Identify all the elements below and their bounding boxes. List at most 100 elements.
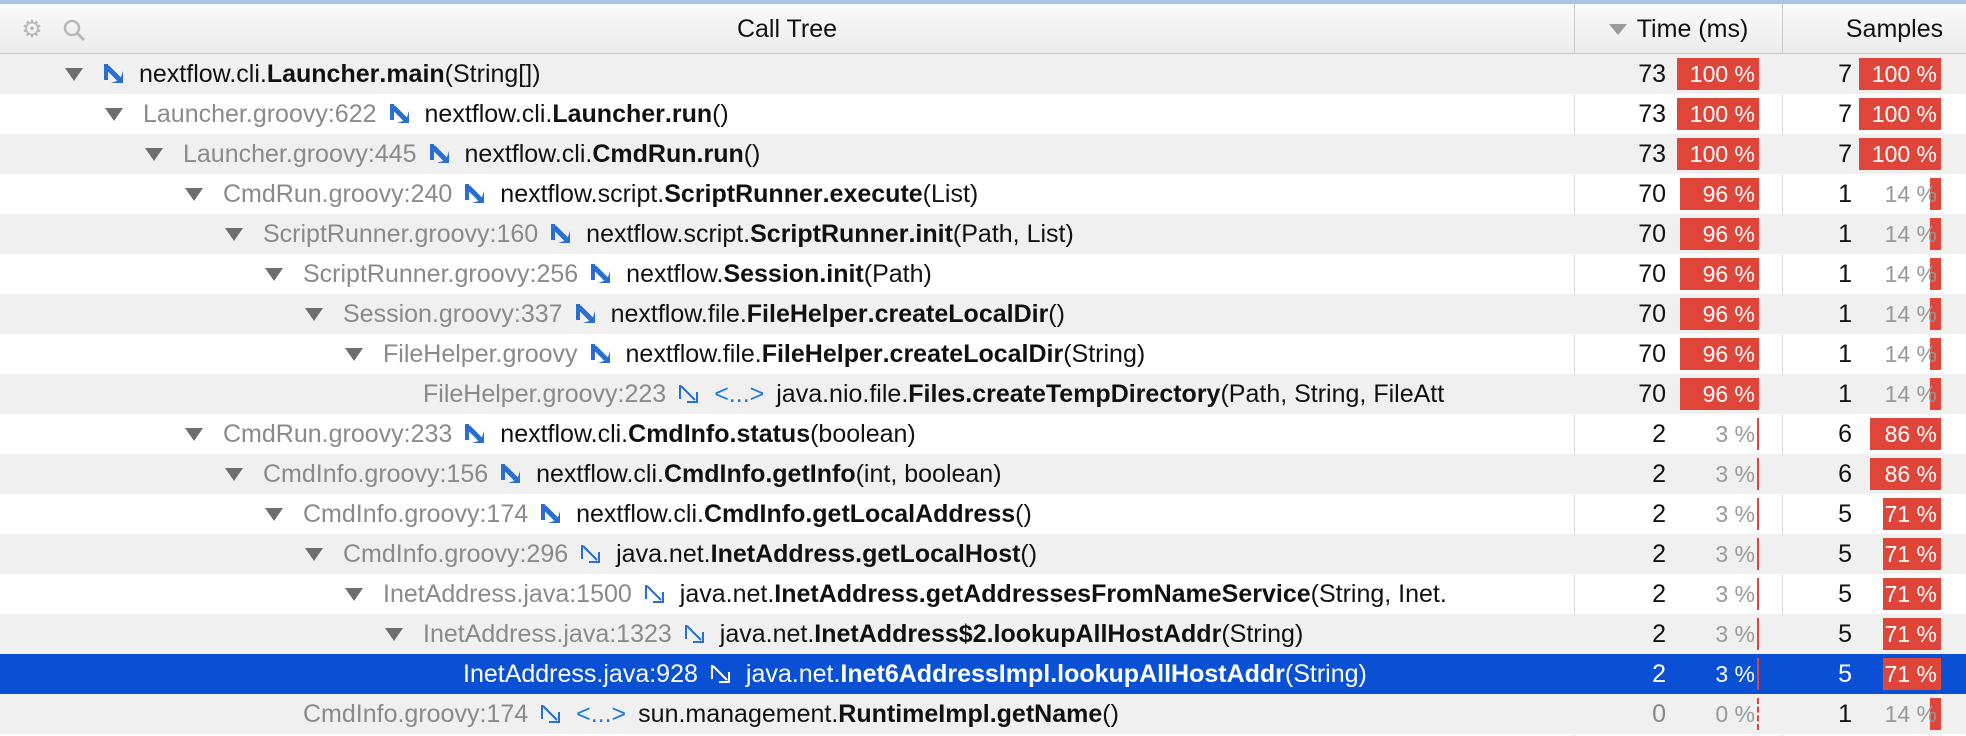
time-value: 2 bbox=[1652, 500, 1666, 528]
class-name: Inet6AddressImpl bbox=[840, 659, 1051, 688]
tree-cell: FileHelper.groovy nextflow.file. FileHelpe… bbox=[0, 334, 1574, 374]
samples-percent-bar: 86 % bbox=[1859, 418, 1941, 450]
method-name: .init bbox=[819, 259, 864, 288]
samples-column-header[interactable]: Samples bbox=[1782, 4, 1966, 54]
method-name: .createLocalDir bbox=[882, 339, 1064, 368]
class-name: InetAddress$2 bbox=[814, 619, 987, 648]
call-arrow-outline-icon bbox=[684, 623, 706, 645]
samples-percent-bar: 14 % bbox=[1859, 698, 1941, 730]
percent-label: 100 % bbox=[1871, 101, 1937, 127]
expand-triangle-icon[interactable] bbox=[265, 507, 283, 521]
time-percent-bar: 3 % bbox=[1677, 618, 1759, 650]
source-location: InetAddress.java:1323 bbox=[423, 619, 672, 648]
expand-triangle-icon[interactable] bbox=[185, 187, 203, 201]
method-args: () bbox=[1020, 539, 1038, 568]
tree-cell: CmdInfo.groovy:174 <...> sun.management. Ru… bbox=[0, 694, 1574, 734]
expand-triangle-icon[interactable] bbox=[385, 627, 403, 641]
tree-row[interactable]: CmdRun.groovy:233 nextflow.cli. CmdInfo .st… bbox=[0, 414, 1966, 454]
expand-triangle-icon[interactable] bbox=[105, 107, 123, 121]
expand-triangle-icon[interactable] bbox=[345, 587, 363, 601]
samples-percent-bar: 14 % bbox=[1859, 258, 1941, 290]
tree-row[interactable]: Launcher.groovy:445 nextflow.cli. CmdRun .r… bbox=[0, 134, 1966, 174]
method-args: (Path, String, FileAtt bbox=[1220, 379, 1445, 408]
time-value: 70 bbox=[1638, 220, 1666, 248]
call-arrow-icon bbox=[590, 263, 612, 285]
percent-label: 96 % bbox=[1702, 341, 1755, 367]
tree-row[interactable]: ScriptRunner.groovy:160 nextflow.script. S… bbox=[0, 214, 1966, 254]
percent-label: 14 % bbox=[1884, 341, 1937, 367]
source-location: Launcher.groovy:445 bbox=[183, 139, 417, 168]
tree-row[interactable]: Session.groovy:337 nextflow.file. FileHelp… bbox=[0, 294, 1966, 334]
tree-row[interactable]: CmdInfo.groovy:174 nextflow.cli. CmdInfo .g… bbox=[0, 494, 1966, 534]
time-value: 2 bbox=[1652, 460, 1666, 488]
time-value: 2 bbox=[1652, 580, 1666, 608]
time-percent-bar: 3 % bbox=[1677, 538, 1759, 570]
percent-label: 14 % bbox=[1884, 301, 1937, 327]
expand-triangle-icon[interactable] bbox=[225, 467, 243, 481]
percent-label: 71 % bbox=[1884, 541, 1937, 567]
tree-cell: InetAddress.java:1323 java.net. InetAddres… bbox=[0, 614, 1574, 654]
method-name: .createTempDirectory bbox=[965, 379, 1221, 408]
tree-node: CmdRun.groovy:240 nextflow.script. ScriptR… bbox=[185, 174, 978, 214]
tree-node: ScriptRunner.groovy:160 nextflow.script. S… bbox=[225, 214, 1074, 254]
call-arrow-outline-icon bbox=[644, 583, 666, 605]
package-name: java.nio.file. bbox=[776, 379, 909, 408]
percent-label: 86 % bbox=[1884, 461, 1937, 487]
tree-row[interactable]: ScriptRunner.groovy:256 nextflow. Session.… bbox=[0, 254, 1966, 294]
expand-triangle-icon[interactable] bbox=[185, 427, 203, 441]
percent-label: 14 % bbox=[1884, 381, 1937, 407]
expand-triangle-icon[interactable] bbox=[225, 227, 243, 241]
method-name: .lookupAllHostAddr bbox=[1050, 659, 1285, 688]
call-tree-column-header[interactable]: Call Tree bbox=[0, 4, 1574, 54]
tree-row[interactable]: InetAddress.java:1323 java.net. InetAddres… bbox=[0, 614, 1966, 654]
time-value: 2 bbox=[1652, 420, 1666, 448]
method-name: .run bbox=[696, 139, 744, 168]
class-name: InetAddress bbox=[774, 579, 919, 608]
percent-label: 14 % bbox=[1884, 181, 1937, 207]
time-percent-bar: 0 % bbox=[1677, 698, 1759, 730]
expand-triangle-icon[interactable] bbox=[345, 347, 363, 361]
tree-row[interactable]: CmdInfo.groovy:296 java.net. InetAddress .g… bbox=[0, 534, 1966, 574]
samples-percent-bar: 14 % bbox=[1859, 178, 1941, 210]
percent-bar-fill bbox=[1756, 418, 1759, 450]
tree-node: CmdInfo.groovy:174 <...> sun.management. Ru… bbox=[303, 694, 1119, 734]
class-name: Files bbox=[908, 379, 966, 408]
tree-row[interactable]: InetAddress.java:928 java.net. Inet6Addres… bbox=[0, 654, 1966, 694]
expand-triangle-icon[interactable] bbox=[265, 267, 283, 281]
source-location: CmdRun.groovy:240 bbox=[223, 179, 453, 208]
method-name: .execute bbox=[822, 179, 923, 208]
tree-row[interactable]: FileHelper.groovy nextflow.file. FileHelpe… bbox=[0, 334, 1966, 374]
expand-triangle-icon[interactable] bbox=[65, 67, 83, 81]
class-name: FileHelper bbox=[746, 299, 868, 328]
source-location: InetAddress.java:928 bbox=[463, 659, 698, 688]
samples-percent-bar: 71 % bbox=[1859, 618, 1941, 650]
tree-row[interactable]: InetAddress.java:1500 java.net. InetAddres… bbox=[0, 574, 1966, 614]
expand-triangle-icon[interactable] bbox=[145, 147, 163, 161]
collapsed-frames-link[interactable]: <...> bbox=[714, 380, 764, 409]
tree-row[interactable]: CmdInfo.groovy:156 nextflow.cli. CmdInfo .g… bbox=[0, 454, 1966, 494]
time-column-header[interactable]: Time (ms) bbox=[1574, 4, 1782, 54]
tree-node: InetAddress.java:1323 java.net. InetAddres… bbox=[385, 614, 1303, 654]
expand-triangle-icon[interactable] bbox=[305, 547, 323, 561]
time-value: 73 bbox=[1638, 60, 1666, 88]
percent-label: 14 % bbox=[1884, 221, 1937, 247]
samples-value: 5 bbox=[1838, 580, 1852, 608]
collapsed-frames-link[interactable]: <...> bbox=[576, 700, 626, 729]
call-arrow-icon bbox=[429, 143, 451, 165]
tree-row[interactable]: CmdInfo.groovy:174 <...> sun.management. Ru… bbox=[0, 694, 1966, 734]
expand-triangle-icon[interactable] bbox=[305, 307, 323, 321]
tree-cell: CmdInfo.groovy:156 nextflow.cli. CmdInfo .g… bbox=[0, 454, 1574, 494]
tree-row[interactable]: Launcher.groovy:622 nextflow.cli. Launcher… bbox=[0, 94, 1966, 134]
method-args: (String, Inet. bbox=[1310, 579, 1447, 608]
package-name: nextflow.cli. bbox=[139, 59, 267, 88]
method-name: .status bbox=[729, 419, 811, 448]
tree-cell: InetAddress.java:1500 java.net. InetAddres… bbox=[0, 574, 1574, 614]
class-name: CmdInfo bbox=[628, 419, 730, 448]
samples-percent-bar: 86 % bbox=[1859, 458, 1941, 490]
tree-row[interactable]: nextflow.cli. Launcher .main (String[]) 73 10… bbox=[0, 54, 1966, 94]
call-arrow-icon bbox=[103, 63, 125, 85]
time-value: 0 bbox=[1652, 700, 1666, 728]
tree-row[interactable]: CmdRun.groovy:240 nextflow.script. ScriptR… bbox=[0, 174, 1966, 214]
package-name: java.net. bbox=[719, 619, 815, 648]
tree-row[interactable]: FileHelper.groovy:223 <...> java.nio.file.… bbox=[0, 374, 1966, 414]
